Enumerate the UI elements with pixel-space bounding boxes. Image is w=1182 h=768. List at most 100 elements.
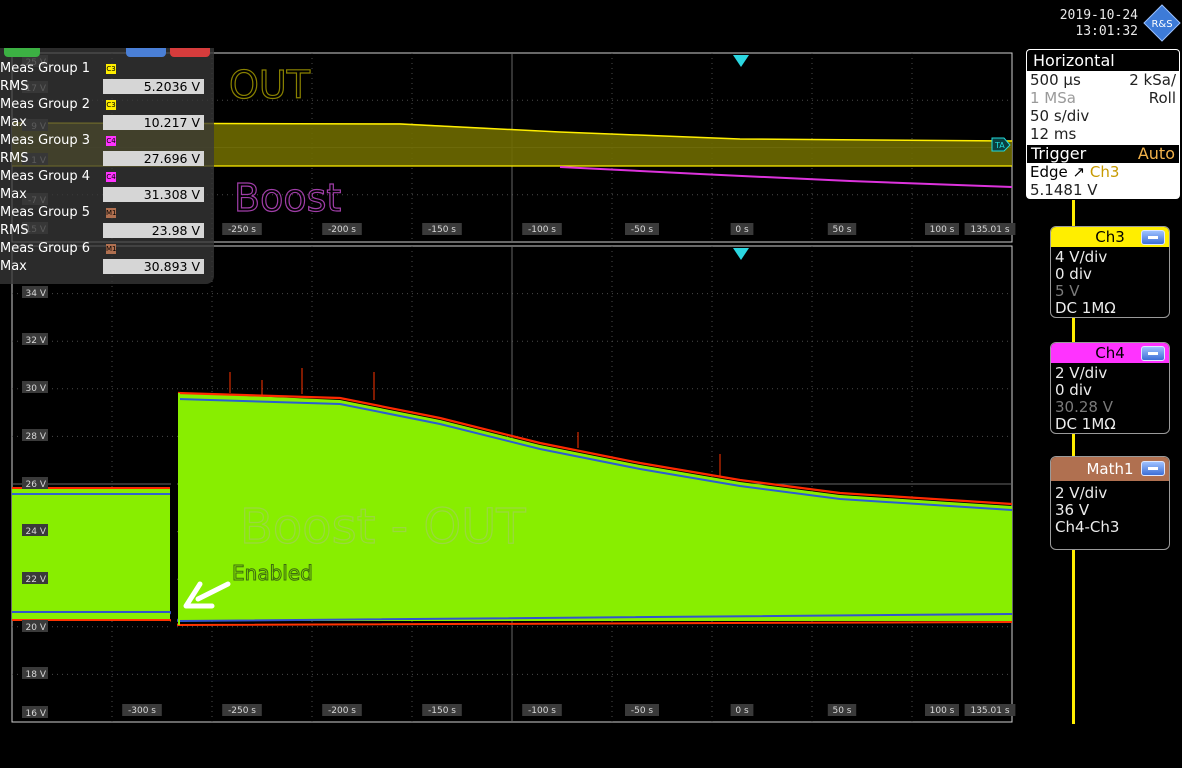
svg-text:100 s: 100 s [930,706,955,716]
ch3-minimize-icon[interactable] [1141,230,1165,245]
ch3-box[interactable]: Ch3 4 V/div 0 div 5 V DC 1MΩ [1050,226,1170,318]
meas-source-icon: C3 [106,64,116,74]
meas-result-row[interactable]: RMS 27.696 V [0,151,210,168]
ch3-position: 5 V [1055,282,1080,300]
y-tick-label: 18 V [22,667,48,680]
x-tick-label: -50 s [625,223,659,235]
ch3-header[interactable]: Ch3 [1051,227,1169,247]
svg-text:-100 s: -100 s [528,706,556,716]
svg-text:135.01 s: 135.01 s [970,706,1009,716]
ch3-offset: 0 div [1055,265,1092,283]
record-length: 1 MSa [1030,89,1076,107]
math1-header[interactable]: Math1 [1051,457,1169,481]
ch4-offset: 0 div [1055,381,1092,399]
meas-result-row[interactable]: Max 31.308 V [0,187,210,204]
meas-result-row[interactable]: Max 10.217 V [0,115,210,132]
ch4-label: Ch4 [1095,343,1125,362]
meas-result-row[interactable]: Max 30.893 V [0,259,210,276]
ch3-coupling: DC 1MΩ [1055,299,1116,317]
meas-restore-button[interactable] [4,48,40,57]
svg-text:20 V: 20 V [26,623,47,633]
x-tick-label: 135.01 s [964,704,1016,716]
meas-group-header[interactable]: Meas Group 1 C3 [0,61,210,78]
math1-box[interactable]: Math1 2 V/div 36 V Ch4-Ch3 [1050,456,1170,550]
meas-group-name: Meas Group 4 [0,169,91,184]
annotation-out: OUT [229,63,311,107]
svg-text:100 s: 100 s [930,225,955,235]
x-tick-label: -50 s [625,704,659,716]
y-tick-label: 22 V [22,572,48,585]
meas-group-header[interactable]: Meas Group 2 C3 [0,97,210,114]
svg-text:0 s: 0 s [735,706,749,716]
trigger-type: Edge [1030,163,1068,181]
meas-group-header[interactable]: Meas Group 3 C4 [0,133,210,150]
datetime: 2019-10-24 13:01:32 [1020,8,1138,40]
trigger-header[interactable]: Trigger Auto [1027,145,1179,163]
svg-text:30 V: 30 V [26,384,47,394]
meas-source-icon: C4 [106,172,116,182]
meas-result-row[interactable]: RMS 5.2036 V [0,79,210,96]
x-tick-label: 0 s [730,223,754,235]
sample-rate: 2 kSa/ [1129,71,1176,89]
svg-text:24 V: 24 V [26,527,47,537]
rising-edge-icon: ↗ [1072,163,1086,181]
svg-text:34 V: 34 V [26,289,47,299]
horizontal-panel[interactable]: Horizontal 500 µs 2 kSa/ 1 MSa Roll 50 s/d… [1026,49,1180,199]
math1-expression: Ch4-Ch3 [1055,518,1120,536]
x-tick-label: 100 s [925,223,959,235]
meas-group-header[interactable]: Meas Group 6 M1 [0,241,210,258]
y-tick-label: 16 V [22,706,48,719]
meas-source-icon: C4 [106,136,116,146]
main-window[interactable]: -300 s -250 s -200 s -150 s -100 s -50 s 0 s 50… [11,245,1016,723]
x-tick-label: -250 s [222,223,262,235]
svg-text:-50 s: -50 s [631,225,654,235]
ch4-minimize-icon[interactable] [1141,346,1165,361]
meas-group-header[interactable]: Meas Group 5 M1 [0,205,210,222]
svg-text:-200 s: -200 s [328,225,356,235]
meas-minimize-button[interactable] [126,48,166,57]
x-tick-label: -100 s [522,223,562,235]
meas-group-name: Meas Group 1 [0,61,91,76]
measurement-panel[interactable]: Meas Group 1 C3 RMS 5.2036 V Meas Group 2 C3 M… [0,48,214,284]
meas-value: 30.893 V [103,259,204,274]
meas-value: 10.217 V [103,115,204,130]
x-tick-label: 50 s [827,704,857,716]
trigger-mode: Auto [1137,144,1175,163]
rs-logo: R&S [1143,4,1181,42]
ch4-header[interactable]: Ch4 [1051,343,1169,363]
meas-stat-label: RMS [0,151,29,166]
svg-text:28 V: 28 V [26,432,47,442]
trigger-title: Trigger [1031,144,1087,163]
annotation-boost: Boost [234,176,341,220]
math1-minimize-icon[interactable] [1141,461,1165,476]
time: 13:01:32 [1075,24,1138,39]
meas-group-header[interactable]: Meas Group 4 C4 [0,169,210,186]
x-tick-label: -150 s [422,223,462,235]
y-tick-label: 32 V [22,333,48,346]
meas-close-button[interactable] [170,48,210,57]
ch4-coupling: DC 1MΩ [1055,415,1116,433]
overview-marker-label: TA [994,141,1005,150]
annotation-enabled: Enabled [232,561,313,585]
meas-result-row[interactable]: RMS 23.98 V [0,223,210,240]
logo-text: R&S [1151,19,1172,30]
x-tick-label: -300 s [122,704,162,716]
acq-mode: Roll [1148,89,1176,107]
ch4-scale: 2 V/div [1055,364,1108,382]
horizontal-position: 12 ms [1030,125,1077,143]
meas-value: 27.696 V [103,151,204,166]
meas-group-name: Meas Group 6 [0,241,91,256]
x-tick-label: -200 s [322,704,362,716]
svg-text:50 s: 50 s [832,706,851,716]
meas-group-name: Meas Group 5 [0,205,91,220]
ch4-box[interactable]: Ch4 2 V/div 0 div 30.28 V DC 1MΩ [1050,342,1170,434]
x-tick-label: 100 s [925,704,959,716]
meas-stat-label: Max [0,259,27,274]
trigger-level: 5.1481 V [1030,181,1098,199]
meas-value: 5.2036 V [103,79,204,94]
date: 2019-10-24 [1059,8,1138,23]
svg-text:50 s: 50 s [832,225,851,235]
meas-source-icon: M1 [106,244,117,254]
y-tick-label: 20 V [22,620,48,633]
meas-stat-label: RMS [0,223,29,238]
